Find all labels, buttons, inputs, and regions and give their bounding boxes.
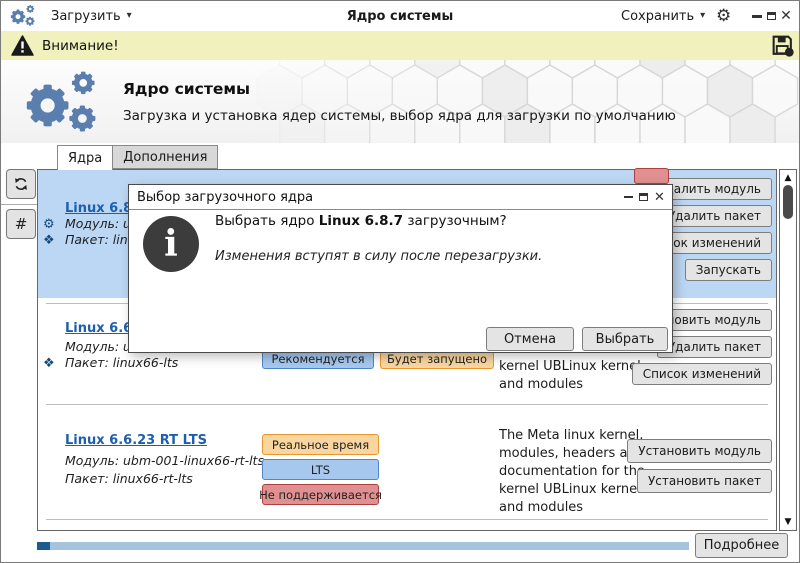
toolbar-separator (1, 204, 37, 205)
scroll-up-icon[interactable]: ▲ (780, 173, 796, 183)
close-button[interactable]: ✕ (778, 1, 794, 31)
scrollbar-thumb[interactable] (783, 185, 793, 219)
minimize-icon (752, 15, 762, 18)
status-badge-realtime: Реальное время (262, 434, 379, 455)
dialog-titlebar: Выбор загрузочного ядра ✕ (129, 185, 672, 210)
tab-kernels[interactable]: Ядра (57, 145, 113, 170)
window-title: Ядро системы (201, 1, 599, 31)
warning-icon (11, 35, 34, 56)
dialog-kernel-name: Linux 6.8.7 (319, 213, 403, 229)
package-icon: ❖ (43, 357, 55, 370)
package-icon: ❖ (43, 234, 55, 247)
numbers-toggle-button[interactable]: # (6, 209, 36, 239)
install-package-button[interactable]: Установить пакет (637, 469, 772, 493)
module-icon: ⚙ (43, 218, 55, 231)
confirm-button[interactable]: Выбрать (582, 327, 668, 351)
close-icon: ✕ (780, 9, 792, 23)
page-title: Ядро системы (123, 80, 250, 98)
save-label: Сохранить (621, 9, 694, 24)
remove-package-button[interactable]: Удалить пакет (657, 205, 772, 227)
kernel-package: Пакет: linux66-lts (65, 355, 178, 370)
refresh-button[interactable] (6, 169, 36, 199)
load-label: Загрузить (51, 9, 121, 24)
app-window: Загрузить ▾ Ядро системы Сохранить ▾ ⚙ ✕… (0, 0, 800, 563)
dialog-note: Изменения вступят в силу после перезагру… (215, 249, 542, 264)
tab-bar: Ядра Дополнения (57, 145, 218, 170)
tab-addons[interactable]: Дополнения (113, 145, 218, 169)
warning-bar: Внимание! (1, 31, 799, 61)
maximize-icon (639, 193, 648, 201)
row-divider (46, 404, 768, 405)
dialog-question: Выбрать ядро Linux 6.8.7 загрузочным? (215, 213, 507, 229)
info-icon: i (143, 216, 199, 272)
install-module-button[interactable]: Установить модуль (627, 439, 772, 463)
chevron-down-icon: ▾ (127, 11, 132, 21)
refresh-icon (12, 175, 30, 193)
progress-bar (37, 542, 689, 550)
run-button[interactable]: Запускать (685, 259, 772, 281)
row-divider (46, 519, 768, 520)
kernel-gears-icon (21, 69, 109, 135)
page-header-banner: Ядро системы Загрузка и установка ядер с… (1, 60, 799, 143)
app-gears-logo-icon (9, 4, 39, 27)
status-badge-partial (634, 168, 669, 184)
changelog-button[interactable]: Список изменений (632, 363, 772, 385)
dialog-title: Выбор загрузочного ядра (137, 185, 313, 209)
dialog-minimize-button[interactable] (621, 185, 636, 209)
save-state-floppy-icon[interactable] (770, 33, 795, 58)
settings-gear-button[interactable]: ⚙ (716, 1, 731, 31)
kernel-package: Пакет: linux66-rt-lts (65, 471, 193, 486)
load-dropdown-button[interactable]: Загрузить ▾ (51, 1, 132, 31)
remove-package-button[interactable]: Удалить пакет (657, 336, 772, 358)
chevron-down-icon: ▾ (700, 11, 705, 21)
hexagon-pattern-background (1, 60, 799, 143)
kernel-link[interactable]: Linux 6.6.23 RT LTS (65, 433, 207, 448)
maximize-icon (767, 12, 776, 20)
status-badge-lts: LTS (262, 459, 379, 480)
maximize-button[interactable] (763, 1, 779, 31)
minimize-icon (624, 196, 633, 199)
details-button[interactable]: Подробнее (695, 533, 788, 558)
kernel-module: Модуль: ubm-001-linux66-rt-lts (65, 453, 264, 468)
close-icon: ✕ (654, 191, 665, 204)
status-badge-unsupported: Не поддерживается (262, 484, 379, 505)
dialog-maximize-button[interactable] (636, 185, 651, 209)
scroll-down-icon[interactable]: ▼ (780, 517, 796, 527)
save-dropdown-button[interactable]: Сохранить ▾ (621, 1, 705, 31)
top-toolbar: Загрузить ▾ Ядро системы Сохранить ▾ ⚙ ✕ (1, 1, 799, 32)
vertical-scrollbar[interactable]: ▲ ▼ (779, 169, 797, 531)
page-subtitle: Загрузка и установка ядер системы, выбор… (123, 108, 676, 124)
progress-fill (37, 542, 50, 550)
cancel-button[interactable]: Отмена (486, 327, 574, 351)
dialog-close-button[interactable]: ✕ (652, 185, 667, 209)
boot-kernel-dialog: Выбор загрузочного ядра ✕ i Выбрать ядро… (128, 184, 673, 353)
warning-text: Внимание! (42, 38, 119, 54)
